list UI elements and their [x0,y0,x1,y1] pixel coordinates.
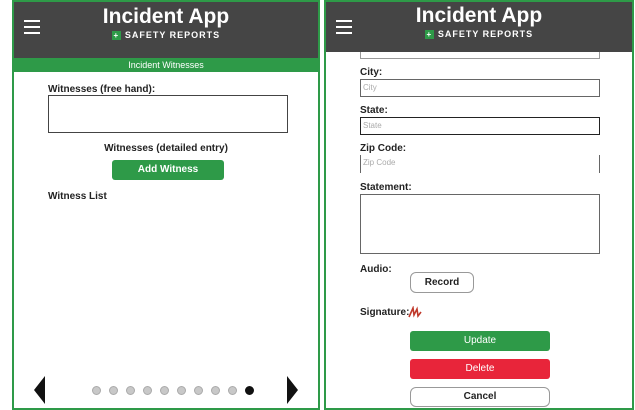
plus-icon: + [111,31,121,40]
witnesses-screen: Incident App + SAFETY REPORTS Incident Wi… [12,0,320,410]
witnesses-freehand-textarea[interactable] [48,95,288,133]
state-label: State: [360,105,388,116]
witness-detail-screen: Incident App + SAFETY REPORTS City: City … [324,0,634,410]
page-dot[interactable] [177,386,186,395]
update-button[interactable]: Update [410,331,550,351]
state-field[interactable]: State [360,117,600,135]
app-subtitle-text: SAFETY REPORTS [124,30,221,40]
page-dot[interactable] [211,386,220,395]
page-indicator [92,386,254,395]
app-title: Incident App [102,5,230,28]
app-subtitle: + SAFETY REPORTS [326,29,632,39]
plus-icon: + [424,30,434,39]
witnesses-freehand-label: Witnesses (free hand): [48,84,156,95]
zip-label: Zip Code: [360,143,407,154]
next-arrow-icon[interactable] [287,376,298,404]
page-dot[interactable] [143,386,152,395]
page-nav [14,366,318,408]
signature-label: Signature: [360,307,410,318]
page-dot[interactable] [245,386,254,395]
page-dot[interactable] [126,386,135,395]
page-dot[interactable] [92,386,101,395]
page-dot[interactable] [194,386,203,395]
app-header: Incident App + SAFETY REPORTS [14,2,318,58]
city-field[interactable]: City [360,79,600,97]
witness-list-label: Witness List [48,191,107,202]
witnesses-detailed-label: Witnesses (detailed entry) [104,143,228,154]
app-subtitle: + SAFETY REPORTS [14,30,318,40]
statement-label: Statement: [360,182,412,193]
delete-button[interactable]: Delete [410,359,550,379]
app-title: Incident App [415,4,543,27]
app-subtitle-text: SAFETY REPORTS [437,29,534,39]
page-dot[interactable] [109,386,118,395]
prev-arrow-icon[interactable] [34,376,45,404]
zip-field[interactable]: Zip Code [360,155,600,173]
record-button[interactable]: Record [410,272,474,293]
page-dot[interactable] [228,386,237,395]
add-witness-button[interactable]: Add Witness [112,160,224,180]
section-title: Incident Witnesses [14,58,318,72]
city-label: City: [360,67,383,78]
app-header: Incident App + SAFETY REPORTS [326,2,632,52]
scrolled-field-edge [360,52,600,59]
cancel-button[interactable]: Cancel [410,387,550,407]
statement-textarea[interactable] [360,194,600,254]
signature-icon[interactable] [408,306,422,318]
page-dot[interactable] [160,386,169,395]
audio-label: Audio: [360,264,392,275]
